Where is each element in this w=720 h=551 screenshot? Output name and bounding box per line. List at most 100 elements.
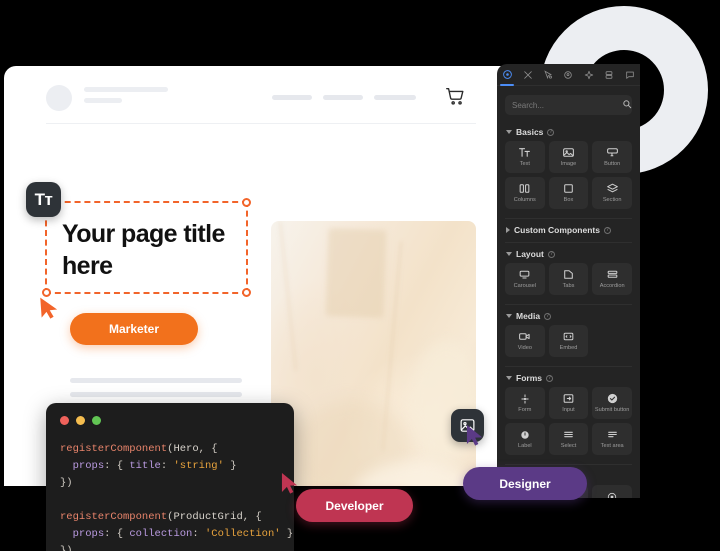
button-icon bbox=[606, 146, 619, 159]
nav-item-placeholder[interactable] bbox=[374, 95, 416, 100]
code-key: title bbox=[129, 460, 161, 472]
component-tabs[interactable]: Tabs bbox=[548, 263, 589, 295]
layout-tiles: Carousel Tabs Accordion bbox=[497, 263, 640, 301]
input-icon bbox=[562, 392, 575, 405]
section-title: Custom Components bbox=[514, 225, 600, 235]
component-form[interactable]: Form bbox=[505, 387, 545, 419]
media-tiles: Video Embed bbox=[497, 325, 640, 363]
section-header-forms[interactable]: Forms ? bbox=[497, 367, 640, 387]
section-header-basics[interactable]: Basics ? bbox=[497, 121, 640, 141]
section-header-media[interactable]: Media ? bbox=[497, 305, 640, 325]
tile-label: Box bbox=[563, 197, 574, 204]
nav-item-placeholder[interactable] bbox=[272, 95, 312, 100]
component-video[interactable]: Video bbox=[505, 325, 545, 357]
section-title: Basics bbox=[516, 127, 544, 137]
component-button[interactable]: Button bbox=[592, 141, 632, 173]
body-text-line bbox=[70, 392, 242, 397]
panel-search[interactable] bbox=[505, 95, 632, 115]
styles-tab[interactable] bbox=[517, 64, 537, 86]
close-dot-icon[interactable] bbox=[60, 416, 69, 425]
comments-tab[interactable] bbox=[620, 64, 640, 86]
shopping-cart-icon[interactable] bbox=[444, 85, 466, 107]
info-icon[interactable]: ? bbox=[545, 374, 553, 382]
info-icon[interactable]: ? bbox=[544, 312, 552, 320]
component-accordion[interactable]: Accordion bbox=[592, 263, 632, 295]
product-image[interactable] bbox=[271, 221, 476, 486]
section-title: Layout bbox=[516, 249, 544, 259]
page-title[interactable]: Your page title here bbox=[62, 218, 277, 282]
database-tab[interactable] bbox=[599, 64, 619, 86]
tile-label: Tabs bbox=[562, 283, 575, 290]
header-text-line bbox=[84, 98, 122, 103]
screenshot-root: Tт Your page title here Marketer registe… bbox=[0, 0, 720, 551]
code-punct: , { bbox=[198, 443, 218, 455]
component-symbol[interactable]: Symbol bbox=[592, 485, 632, 498]
component-embed[interactable]: Embed bbox=[548, 325, 589, 357]
columns-icon bbox=[518, 182, 531, 195]
section-title: Forms bbox=[516, 373, 542, 383]
cursor-arrow-marketer bbox=[39, 295, 61, 320]
minimize-dot-icon[interactable] bbox=[76, 416, 85, 425]
code-punct: }) bbox=[60, 477, 73, 489]
carousel-icon bbox=[518, 268, 531, 281]
component-carousel[interactable]: Carousel bbox=[505, 263, 545, 295]
info-icon[interactable]: ? bbox=[547, 128, 555, 136]
marketer-badge[interactable]: Marketer bbox=[70, 313, 198, 345]
component-submit-button[interactable]: Submit button bbox=[592, 387, 632, 419]
developer-badge[interactable]: Developer bbox=[296, 489, 413, 522]
component-select[interactable]: Select bbox=[548, 423, 589, 455]
component-columns[interactable]: Columns bbox=[505, 177, 545, 209]
insert-tab[interactable] bbox=[497, 64, 517, 86]
text-tt-icon bbox=[518, 146, 531, 159]
code-punct: : { bbox=[104, 460, 130, 472]
component-input[interactable]: Input bbox=[548, 387, 589, 419]
fabric-pocket bbox=[325, 228, 387, 318]
info-icon[interactable]: ? bbox=[547, 250, 555, 258]
maximize-dot-icon[interactable] bbox=[92, 416, 101, 425]
code-punct: : bbox=[192, 528, 205, 540]
section-header-layout[interactable]: Layout ? bbox=[497, 243, 640, 263]
resize-handle-top-right[interactable] bbox=[242, 198, 251, 207]
select-list-icon bbox=[562, 428, 575, 441]
section-header-custom-components[interactable]: Custom Components ? bbox=[497, 219, 640, 239]
ai-sparkle-tab[interactable] bbox=[579, 64, 599, 86]
code-fn: registerComponent bbox=[60, 443, 168, 455]
search-icon[interactable] bbox=[622, 96, 632, 114]
info-icon[interactable]: ? bbox=[603, 226, 611, 234]
body-text-line bbox=[70, 378, 242, 383]
tile-label: Label bbox=[517, 442, 532, 449]
chevron-right-icon bbox=[506, 227, 510, 233]
nav-item-placeholder[interactable] bbox=[323, 95, 363, 100]
tile-label: Select bbox=[560, 443, 577, 450]
component-label[interactable]: Label bbox=[505, 423, 545, 455]
component-image[interactable]: Image bbox=[548, 141, 589, 173]
panel-sections[interactable]: Basics ? Text Image Button Columns Box S… bbox=[497, 121, 640, 498]
panel-tab-bar bbox=[497, 64, 640, 86]
text-tt-icon[interactable]: Tт bbox=[26, 182, 61, 217]
check-circle-icon bbox=[606, 392, 619, 405]
theme-tab[interactable] bbox=[558, 64, 578, 86]
tabs-icon bbox=[562, 268, 575, 281]
designer-badge[interactable]: Designer bbox=[463, 467, 587, 500]
image-icon bbox=[562, 146, 575, 159]
tile-label: Input bbox=[562, 407, 575, 414]
search-input[interactable] bbox=[512, 100, 622, 110]
component-section[interactable]: Section bbox=[592, 177, 632, 209]
embed-icon bbox=[562, 330, 575, 343]
component-box[interactable]: Box bbox=[548, 177, 589, 209]
component-text-area[interactable]: Text area bbox=[592, 423, 632, 455]
code-key: props bbox=[72, 460, 105, 472]
component-text[interactable]: Text bbox=[505, 141, 545, 173]
header-text-line bbox=[84, 87, 168, 92]
tile-label: Text bbox=[519, 161, 530, 168]
window-traffic-lights bbox=[60, 416, 101, 425]
text-area-icon bbox=[606, 428, 619, 441]
label-icon bbox=[519, 429, 531, 441]
tile-label: Video bbox=[517, 345, 532, 352]
cursor-path-tab[interactable] bbox=[538, 64, 558, 86]
resize-handle-bottom-right[interactable] bbox=[242, 288, 251, 297]
insert-panel: Basics ? Text Image Button Colu bbox=[497, 64, 640, 498]
section-title: Media bbox=[516, 311, 541, 321]
code-editor-window[interactable]: registerComponent(Hero, { props: { title… bbox=[46, 403, 294, 551]
